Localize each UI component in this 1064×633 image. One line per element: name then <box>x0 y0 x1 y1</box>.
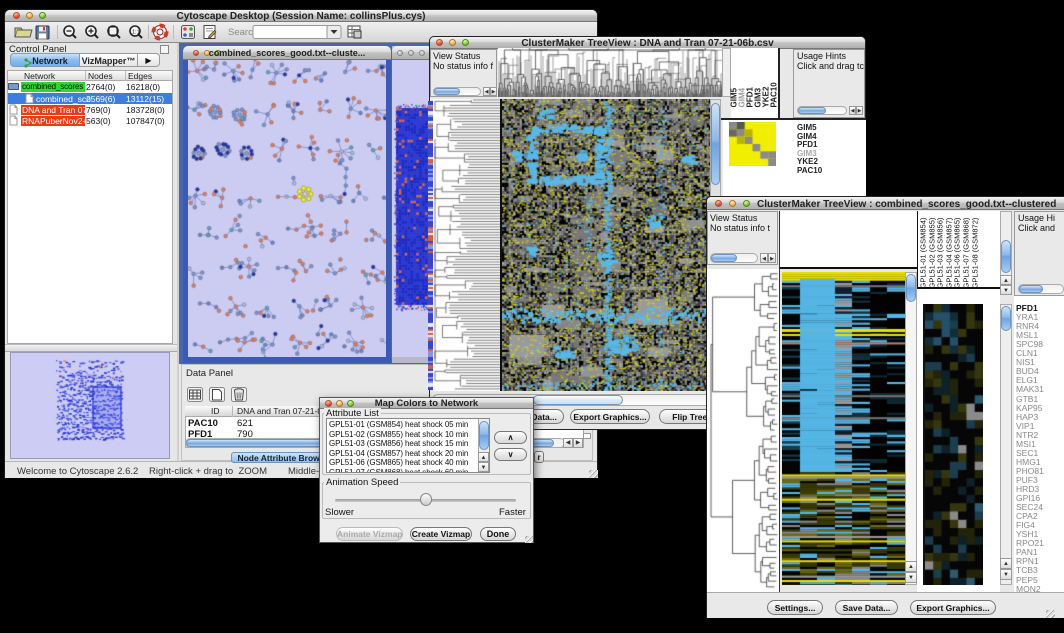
svg-text:1:1: 1:1 <box>132 30 140 36</box>
